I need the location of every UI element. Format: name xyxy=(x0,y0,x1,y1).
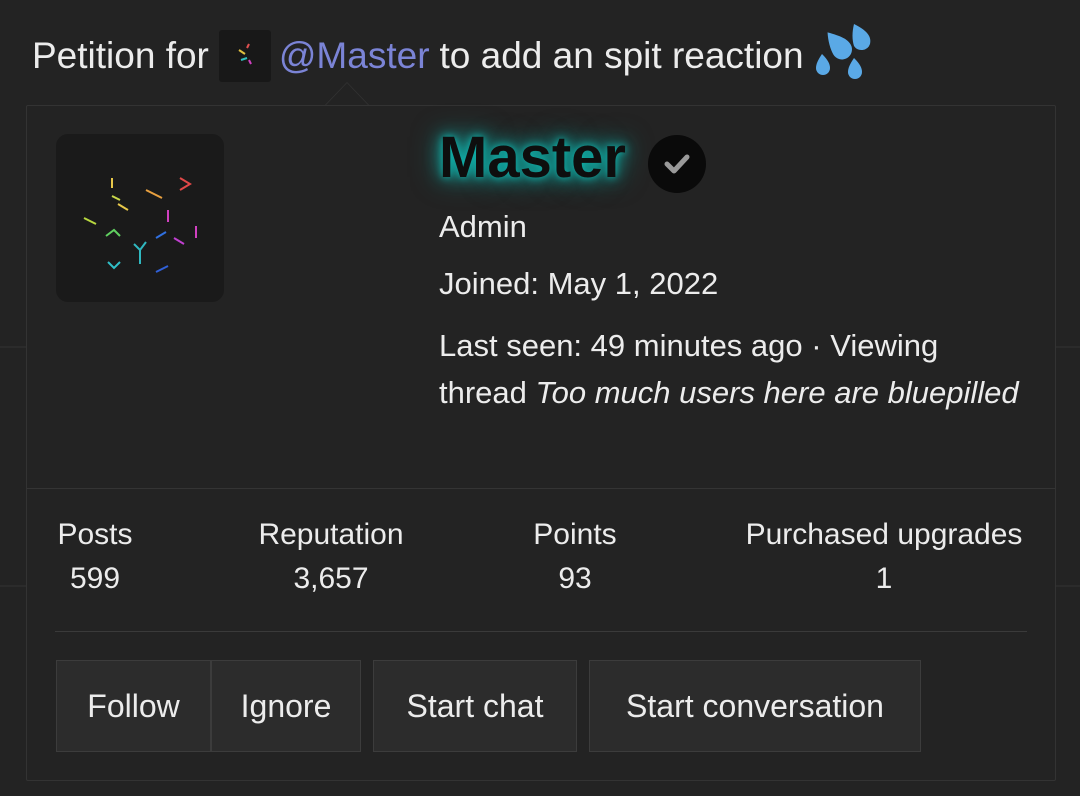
thread-title-suffix: to add an spit reaction xyxy=(439,35,804,76)
stat-reputation[interactable]: Reputation 3,657 xyxy=(255,518,407,596)
last-seen-label: Last seen: xyxy=(439,328,583,363)
background-divider xyxy=(1054,346,1080,348)
joined-date: May 1, 2022 xyxy=(547,266,719,301)
verified-check-icon xyxy=(647,134,706,193)
popup-arrow xyxy=(325,82,369,105)
profile-avatar[interactable] xyxy=(56,134,224,302)
stat-label: Reputation xyxy=(258,518,404,551)
last-seen-value: 49 minutes ago xyxy=(590,328,803,363)
start-conversation-button[interactable]: Start conversation xyxy=(589,660,921,752)
joined-label: Joined: xyxy=(439,266,539,301)
thread-title-prefix: Petition for xyxy=(32,35,209,76)
stat-purchased-upgrades: Purchased upgrades 1 xyxy=(739,518,1029,596)
stat-posts[interactable]: Posts 599 xyxy=(55,518,135,596)
stat-value: 599 xyxy=(69,562,121,595)
mention-avatar[interactable] xyxy=(218,30,271,82)
activity-thread-link[interactable]: Too much users here are bluepilled xyxy=(536,375,1019,410)
member-tooltip-card: Master Admin Joined: May 1, 2022 Last se… xyxy=(26,105,1056,781)
sweat-droplets-icon xyxy=(814,23,874,89)
profile-username[interactable]: Master xyxy=(439,124,626,191)
thread-title[interactable]: Petition for @Master to add an spit reac… xyxy=(32,23,874,89)
background-divider xyxy=(1054,585,1080,587)
section-divider xyxy=(27,488,1055,489)
action-buttons: Follow Ignore Start chat Start conversat… xyxy=(56,660,921,754)
stat-value: 1 xyxy=(875,562,893,595)
stat-value: 93 xyxy=(558,562,592,595)
ignore-button[interactable]: Ignore xyxy=(211,660,361,752)
start-chat-button[interactable]: Start chat xyxy=(373,660,577,752)
last-seen-line: Last seen: 49 minutes ago · Viewing thre… xyxy=(439,322,1019,416)
user-role: Admin xyxy=(439,209,527,244)
user-mention-link[interactable]: @Master xyxy=(279,35,430,77)
stat-value: 3,657 xyxy=(293,562,369,595)
stat-label: Posts xyxy=(57,518,133,551)
follow-button[interactable]: Follow xyxy=(56,660,211,752)
member-stats: Posts 599 Reputation 3,657 Points 93 Pur… xyxy=(55,518,1029,618)
username-row: Master xyxy=(439,124,706,193)
stat-label: Purchased upgrades xyxy=(745,518,1023,551)
joined-date-line: Joined: May 1, 2022 xyxy=(439,266,718,302)
stats-divider xyxy=(55,631,1027,632)
stat-label: Points xyxy=(533,518,617,551)
stat-points[interactable]: Points 93 xyxy=(527,518,623,596)
